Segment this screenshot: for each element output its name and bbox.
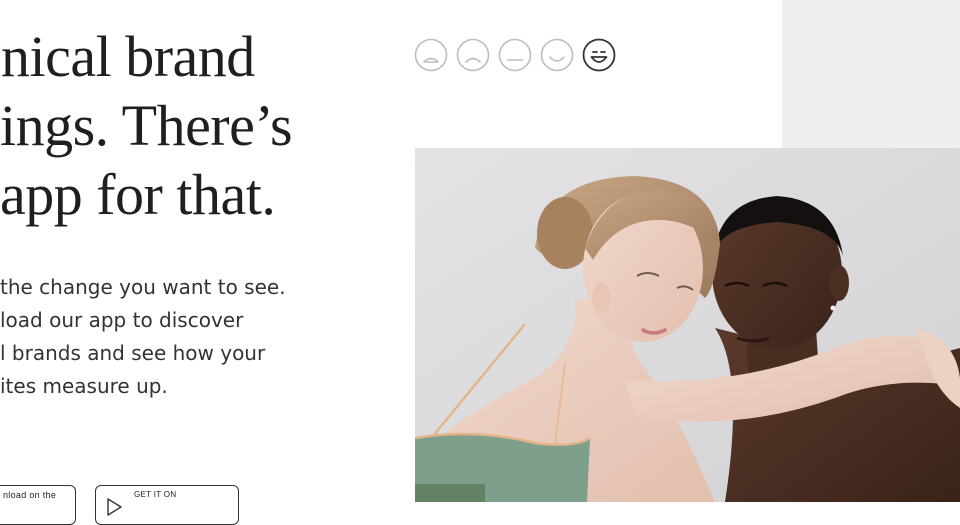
grey-panel [782,0,960,148]
app-store-button[interactable]: nload on the [0,485,76,525]
hero-photo-couple [415,148,960,502]
very-sad-face-icon[interactable] [414,38,448,72]
rating-scale [414,38,616,74]
hero-headline: nical brand ings. There’s app for that. [0,22,360,229]
body-line-4: ites measure up. [0,374,168,398]
google-play-small-text: GET IT ON [134,490,177,499]
sad-face-icon[interactable] [456,38,490,72]
body-line-2: load our app to discover [0,308,244,332]
app-store-small-text: nload on the [3,490,57,500]
big-smile-face-icon[interactable] [582,38,616,72]
smile-face-icon[interactable] [540,38,574,72]
google-play-button[interactable]: GET IT ON [95,485,239,525]
neutral-face-icon[interactable] [498,38,532,72]
body-line-3: l brands and see how your [0,341,266,365]
headline-line-3: app for that. [0,162,276,227]
hero-body-copy: the change you want to see. load our app… [0,271,330,403]
body-line-1: the change you want to see. [0,275,286,299]
google-play-icon [107,498,122,516]
headline-line-1: nical brand [1,24,255,89]
couple-illustration [415,148,960,502]
headline-line-2: ings. There’s [0,93,293,158]
